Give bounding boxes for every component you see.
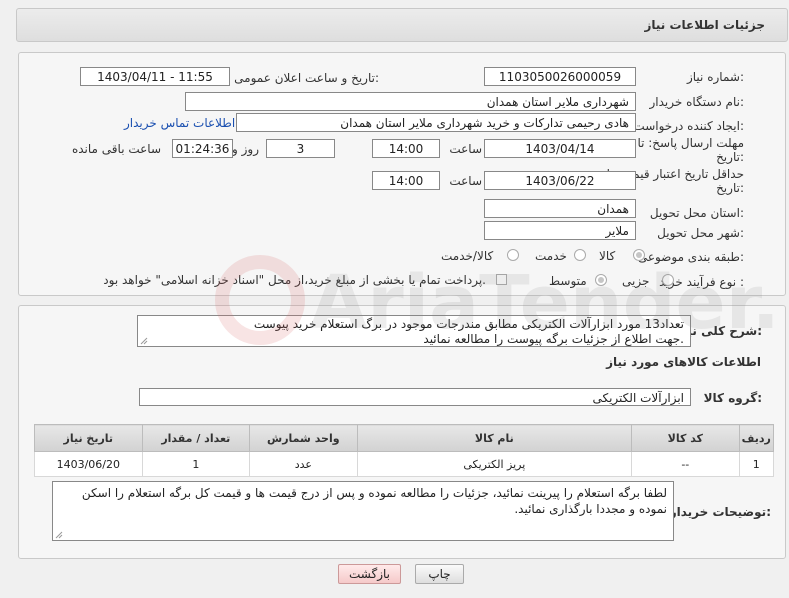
- requester-label: ایجاد کننده درخواست:: [633, 119, 744, 133]
- resize-grip-icon[interactable]: [55, 531, 63, 539]
- item-code: --: [631, 451, 740, 477]
- col-row-number: ردیف: [738, 424, 775, 452]
- announce-date-field: 1403/04/11 - 11:55: [80, 67, 230, 86]
- category-goods-label: کالا: [599, 249, 616, 263]
- goods-table-header: ردیف کد کالا نام کالا واحد شمارش تعداد /…: [34, 424, 775, 452]
- need-number-field: 1103050026000059: [484, 67, 636, 86]
- description-line-2: جهت اطلاع از جزئیات برگه پیوست را مطالعه…: [423, 332, 684, 346]
- table-row: 1 -- پریز الکتریکی عدد 1 1403/06/20: [34, 451, 775, 477]
- reply-deadline-date-label: تاریخ:: [716, 150, 744, 164]
- delivery-province-field: همدان: [484, 199, 636, 218]
- category-service-label: خدمت: [535, 249, 567, 263]
- reply-deadline-label: مهلت ارسال پاسخ: تا: [637, 136, 744, 150]
- item-unit: عدد: [249, 451, 358, 477]
- goods-section-title: اطلاعات کالاهای مورد نیاز: [606, 355, 761, 369]
- reply-time-label: ساعت: [449, 142, 482, 156]
- goods-group-field: ابزارآلات الکتریکی: [139, 388, 691, 406]
- category-goods-radio[interactable]: [633, 249, 645, 261]
- item-name: پریز الکتریکی: [356, 451, 633, 477]
- remaining-time-label: ساعت باقی مانده: [71, 142, 161, 156]
- announce-date-label: تاریخ و ساعت اعلان عمومی:: [234, 71, 379, 85]
- col-item-name: نام کالا: [356, 424, 633, 452]
- treasury-payment-checkbox[interactable]: [496, 274, 507, 285]
- remaining-days-field: 3: [266, 139, 335, 158]
- reply-time-field: 14:00: [372, 139, 440, 158]
- process-minor-label: جزیی: [622, 274, 650, 288]
- col-unit: واحد شمارش: [249, 424, 358, 452]
- category-goods-service-radio[interactable]: [507, 249, 519, 261]
- need-number-label: شماره نیاز:: [686, 70, 744, 84]
- page-title: جزئیات اطلاعات نیاز: [644, 18, 765, 32]
- process-medium-label: متوسط: [549, 274, 587, 288]
- price-validity-time-field: 14:00: [372, 171, 440, 190]
- resize-grip-icon[interactable]: [140, 337, 148, 345]
- days-label: روز و: [232, 142, 259, 156]
- requester-field: هادی رحیمی تدارکات و خرید شهرداری ملایر …: [236, 113, 636, 132]
- treasury-payment-note: پرداخت تمام یا بخشی از مبلغ خرید،از محل …: [103, 273, 486, 287]
- item-quantity: 1: [141, 451, 251, 477]
- price-validity-date-label: تاریخ:: [716, 181, 744, 195]
- delivery-province-label: استان محل تحویل:: [649, 206, 744, 220]
- delivery-city-label: شهر محل تحویل:: [657, 226, 744, 240]
- item-need-date: 1403/06/20: [34, 451, 143, 477]
- delivery-city-field: ملایر: [484, 221, 636, 240]
- col-item-code: کد کالا: [631, 424, 740, 452]
- buyer-org-field: شهرداری ملایر استان همدان: [185, 92, 636, 111]
- price-validity-date-field: 1403/06/22: [484, 171, 636, 190]
- buyer-notes-field: لطفا برگه استعلام را پیرینت نمائید، جزئی…: [52, 481, 674, 541]
- goods-table: ردیف کد کالا نام کالا واحد شمارش تعداد /…: [34, 424, 775, 477]
- category-label: طبقه بندی موضوعی:: [637, 250, 744, 264]
- category-goods-service-label: کالا/خدمت: [441, 249, 494, 263]
- col-need-date: تاریخ نیاز: [34, 424, 143, 452]
- buyer-contact-link[interactable]: اطلاعات تماس خریدار: [124, 116, 235, 130]
- process-minor-radio[interactable]: [662, 274, 674, 286]
- row-number: 1: [738, 451, 775, 477]
- page-header: جزئیات اطلاعات نیاز: [16, 8, 788, 42]
- description-field: تعداد13 مورد ابزارآلات الکتریکی مطابق من…: [137, 315, 691, 347]
- reply-date-field: 1403/04/14: [484, 139, 636, 158]
- back-button[interactable]: بازگشت: [338, 564, 401, 584]
- process-medium-radio[interactable]: [595, 274, 607, 286]
- category-service-radio[interactable]: [574, 249, 586, 261]
- goods-group-label: گروه کالا:: [703, 391, 762, 405]
- remaining-time-field: 01:24:36: [172, 139, 233, 158]
- col-quantity: تعداد / مقدار: [141, 424, 251, 452]
- description-line-1: تعداد13 مورد ابزارآلات الکتریکی مطابق من…: [253, 317, 684, 331]
- buyer-org-label: نام دستگاه خریدار:: [649, 95, 745, 109]
- print-button[interactable]: چاپ: [415, 564, 464, 584]
- price-validity-time-label: ساعت: [449, 174, 482, 188]
- buyer-notes-label: توضیحات خریدار:: [669, 505, 771, 519]
